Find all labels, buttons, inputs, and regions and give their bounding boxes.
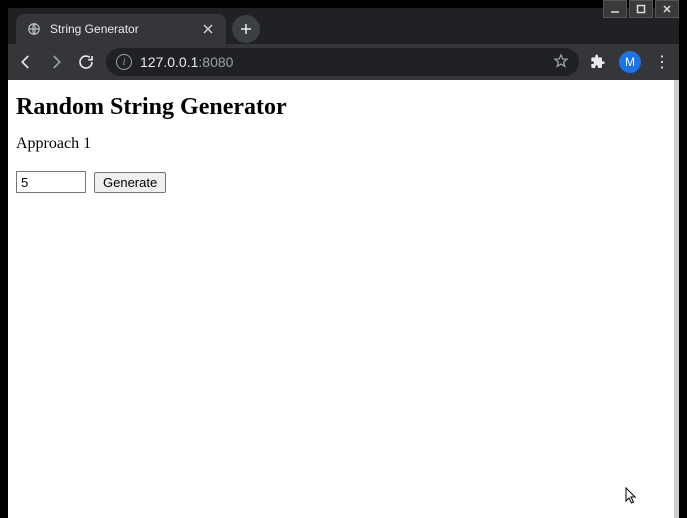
address-bar[interactable]: i 127.0.0.1:8080 [106,48,579,76]
kebab-menu-icon[interactable]: ⋮ [653,53,671,71]
reload-button[interactable] [76,52,96,72]
window-minimize-button[interactable] [603,0,627,18]
back-button[interactable] [16,52,36,72]
window-controls [603,0,679,18]
url-text: 127.0.0.1:8080 [140,54,545,70]
page-subheading: Approach 1 [16,135,671,153]
tab-strip: String Generator [8,8,679,44]
close-icon[interactable] [200,21,216,37]
toolbar-right: M ⋮ [589,51,671,73]
form-row: Generate [16,171,671,193]
forward-button[interactable] [46,52,66,72]
window-close-button[interactable] [655,0,679,18]
length-input[interactable] [16,171,86,193]
url-port: :8080 [198,54,233,70]
window-maximize-button[interactable] [629,0,653,18]
page-heading: Random String Generator [16,94,671,121]
new-tab-button[interactable] [232,15,260,43]
profile-avatar[interactable]: M [619,51,641,73]
generate-button[interactable]: Generate [94,172,166,193]
extensions-icon[interactable] [589,53,607,71]
bookmark-star-icon[interactable] [553,53,569,72]
cursor-icon [625,487,639,510]
browser-tab[interactable]: String Generator [16,14,226,44]
site-info-icon[interactable]: i [116,54,132,70]
globe-icon [26,21,42,37]
browser-window: String Generator i 127.0.0.1:8080 [8,8,679,518]
vertical-scrollbar[interactable] [674,80,679,518]
url-host: 127.0.0.1 [140,54,198,70]
toolbar: i 127.0.0.1:8080 M ⋮ [8,44,679,80]
page-viewport: Random String Generator Approach 1 Gener… [8,80,679,518]
tab-title: String Generator [50,22,192,36]
